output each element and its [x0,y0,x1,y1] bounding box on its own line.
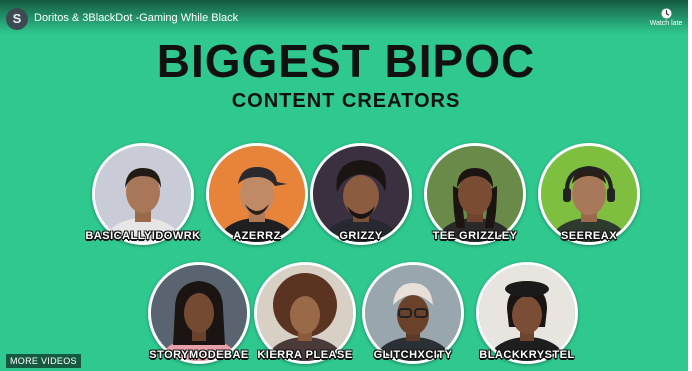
player-top-bar: S Doritos & 3BlackDot -Gaming While Blac… [0,0,692,34]
creator-card: BLACKKRYSTEL [476,262,580,371]
slide-subheadline: CONTENT CREATORS [231,90,461,112]
creator-name: TEE GRIZZLEY [432,230,518,242]
creator-name: GLITCHXCITY [373,349,453,361]
channel-avatar[interactable]: S [6,8,28,30]
person-avatar-icon [95,146,191,242]
person-avatar-icon [257,265,353,361]
creator-name: BASICALLYIDOWRK [85,230,201,242]
creator-card: STORYMODEBAE [148,262,252,371]
clock-icon [660,8,672,19]
creator-name: SEEREAX [560,230,618,242]
person-avatar-icon [313,146,409,242]
creator-card: AZERRZ [206,143,310,253]
watch-later-label: Watch late [649,20,683,27]
creator-name: GRIZZY [339,230,383,242]
creator-card: GLITCHXCITY [362,262,466,371]
video-title[interactable]: Doritos & 3BlackDot -Gaming While Black [34,12,238,24]
frame-border [688,0,692,371]
creator-card: KIERRA PLEASE [254,262,358,371]
video-player[interactable]: S Doritos & 3BlackDot -Gaming While Blac… [0,0,692,371]
person-avatar-icon [365,265,461,361]
creator-card: GRIZZY [310,143,414,253]
creator-card: BASICALLYIDOWRK [85,143,200,253]
creator-card: TEE GRIZZLEY [424,143,528,253]
slide-headline: BIGGEST BIPOC [156,35,536,87]
more-videos-button[interactable]: MORE VIDEOS [6,354,81,368]
person-avatar-icon [427,146,523,242]
person-avatar-icon [479,265,575,361]
person-avatar-icon [541,146,637,242]
person-avatar-icon [209,146,305,242]
creator-card: SEEREAX [538,143,642,253]
creator-name: BLACKKRYSTEL [479,349,575,361]
watch-later-button[interactable]: Watch late [642,8,690,34]
person-avatar-icon [151,265,247,361]
